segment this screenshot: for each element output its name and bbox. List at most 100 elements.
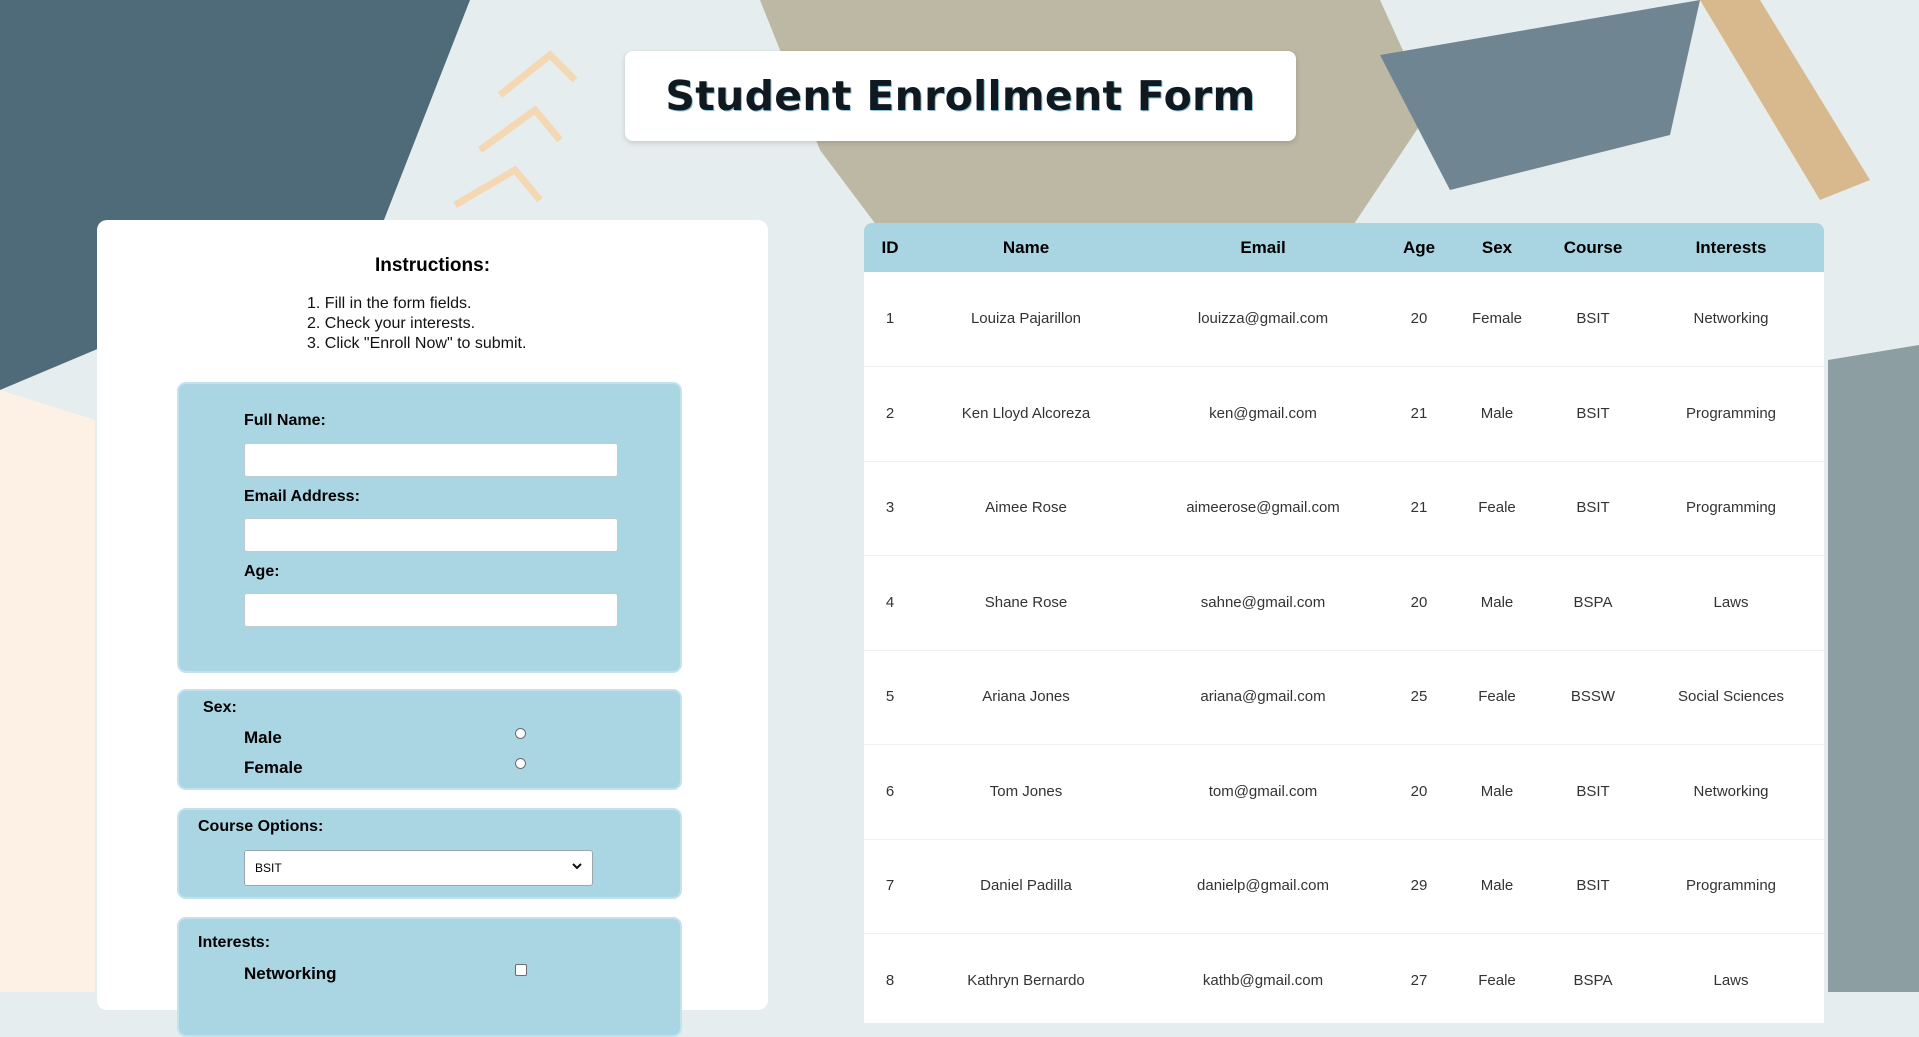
table-row: 7 Daniel Padilla danielp@gmail.com 29 Male BS…	[864, 839, 1824, 934]
title-card: Student Enrollment Form	[625, 51, 1296, 141]
networking-checkbox[interactable]	[515, 964, 527, 976]
cell-course: BSIT	[1576, 310, 1610, 327]
chevron-down-icon	[572, 863, 582, 870]
table-row: 1 Louiza Pajarillon louizza@gmail.com 20 Fem…	[864, 272, 1824, 367]
cell-interests: Programming	[1685, 877, 1777, 894]
cell-interests: Programming	[1685, 499, 1777, 516]
column-header-sex: Sex	[1481, 238, 1513, 257]
female-radio[interactable]	[515, 758, 526, 769]
course-label: Course Options:	[198, 818, 324, 835]
cell-id: 7	[885, 877, 895, 894]
table-row: 3 Aimee Rose aimeerose@gmail.com 21 Feale BSI…	[864, 461, 1824, 556]
cell-name: Aimee Rose	[985, 499, 1067, 516]
course-section: Course Options: BSIT	[177, 808, 682, 899]
cell-id: 1	[885, 310, 895, 327]
instructions-heading: Instructions:	[374, 255, 491, 276]
column-header-id: ID	[881, 238, 899, 257]
cell-age: 21	[1410, 499, 1428, 516]
instruction-step: 2. Check your interests.	[307, 315, 476, 332]
cell-sex: Feale	[1478, 499, 1516, 516]
cell-name: Kathryn Bernardo	[967, 971, 1085, 989]
table-row: 4 Shane Rose sahne@gmail.com 20 Male BSPA Laws	[864, 556, 1824, 651]
instructions-list: 1. Fill in the form fields. 2. Check you…	[307, 294, 526, 354]
course-select[interactable]: BSIT	[244, 850, 593, 886]
table-row: 6 Tom Jones tom@gmail.com 20 Male BSIT Network…	[864, 745, 1824, 840]
cell-email: kathb@gmail.com	[1202, 971, 1324, 989]
cell-email: ken@gmail.com	[1209, 404, 1317, 422]
sex-section: Sex: Male Female	[177, 689, 682, 790]
cell-email: ariana@gmail.com	[1200, 688, 1326, 705]
cell-name: Ariana Jones	[982, 688, 1070, 705]
students-table: ID Name Email Age Sex Course Interests 1…	[864, 223, 1824, 1023]
cell-interests: Social Sciences	[1678, 688, 1784, 705]
course-select-value: BSIT	[255, 861, 282, 875]
cell-email: louizza@gmail.com	[1197, 310, 1329, 327]
cell-age: 21	[1410, 404, 1428, 422]
cell-name: Shane Rose	[984, 593, 1068, 611]
column-header-course: Course	[1563, 238, 1623, 257]
cell-interests: Laws	[1713, 593, 1749, 611]
interests-section: Interests: Networking	[177, 917, 682, 1037]
cell-course: BSSW	[1570, 688, 1616, 705]
cell-age: 20	[1410, 593, 1428, 611]
column-header-email: Email	[1240, 238, 1286, 257]
column-header-name: Name	[1002, 238, 1050, 257]
cell-name: Ken Lloyd Alcoreza	[961, 404, 1091, 422]
table-header: ID Name Email Age Sex Course Interests	[864, 223, 1824, 272]
cell-email: danielp@gmail.com	[1197, 877, 1329, 894]
sex-label: Sex:	[203, 699, 237, 716]
cell-email: aimeerose@gmail.com	[1186, 499, 1340, 516]
full-name-label: Full Name:	[244, 412, 326, 429]
cell-age: 20	[1410, 310, 1428, 327]
cell-age: 27	[1410, 971, 1428, 989]
instruction-step: 3. Click "Enroll Now" to submit.	[307, 335, 527, 352]
cell-course: BSPA	[1573, 971, 1613, 989]
cell-course: BSIT	[1576, 877, 1610, 894]
cell-id: 8	[885, 971, 895, 989]
cell-age: 29	[1410, 877, 1428, 894]
cell-name: Louiza Pajarillon	[970, 310, 1082, 327]
cell-course: BSIT	[1576, 782, 1610, 800]
cell-age: 20	[1410, 782, 1428, 800]
cell-course: BSIT	[1576, 499, 1610, 516]
cell-interests: Programming	[1685, 404, 1777, 422]
cell-id: 5	[885, 688, 895, 705]
column-header-interests: Interests	[1695, 238, 1767, 257]
cell-name: Daniel Padilla	[980, 877, 1072, 894]
cell-sex: Female	[1471, 310, 1523, 327]
cell-email: tom@gmail.com	[1208, 782, 1318, 800]
cell-email: sahne@gmail.com	[1200, 593, 1326, 611]
cell-sex: Feale	[1478, 688, 1516, 705]
cell-course: BSIT	[1576, 404, 1610, 422]
cell-sex: Feale	[1478, 971, 1516, 989]
networking-option-label: Networking	[244, 964, 337, 983]
email-input[interactable]	[244, 518, 618, 552]
table-row: 8 Kathryn Bernardo kathb@gmail.com 27 Feale B…	[864, 934, 1824, 1024]
male-option-label: Male	[244, 728, 282, 747]
personal-info-section: Full Name: Email Address: Age:	[177, 382, 682, 673]
cell-interests: Laws	[1713, 971, 1749, 989]
cell-id: 3	[885, 499, 895, 516]
cell-sex: Male	[1480, 593, 1514, 611]
enrollment-form-panel: Instructions: 1. Fill in the form fields…	[97, 220, 768, 1037]
page-title: Student Enrollment Form	[665, 72, 1256, 120]
cell-name: Tom Jones	[989, 782, 1063, 800]
instruction-step: 1. Fill in the form fields.	[307, 295, 472, 312]
column-header-age: Age	[1402, 238, 1436, 257]
cell-sex: Male	[1480, 782, 1514, 800]
cell-id: 2	[885, 404, 895, 422]
table-row: 5 Ariana Jones ariana@gmail.com 25 Feale BSSW…	[864, 650, 1824, 745]
cell-sex: Male	[1480, 404, 1514, 422]
cell-id: 6	[885, 782, 895, 800]
female-option-label: Female	[244, 758, 303, 777]
cell-interests: Networking	[1693, 782, 1769, 800]
cell-id: 4	[885, 593, 895, 611]
cell-sex: Male	[1480, 877, 1514, 894]
male-radio[interactable]	[515, 728, 526, 739]
table-row: 2 Ken Lloyd Alcoreza ken@gmail.com 21 Male BS…	[864, 367, 1824, 462]
cell-age: 25	[1410, 688, 1428, 705]
full-name-input[interactable]	[244, 443, 618, 477]
email-label: Email Address:	[244, 488, 360, 505]
age-input[interactable]	[244, 593, 618, 627]
cell-interests: Networking	[1693, 310, 1769, 327]
